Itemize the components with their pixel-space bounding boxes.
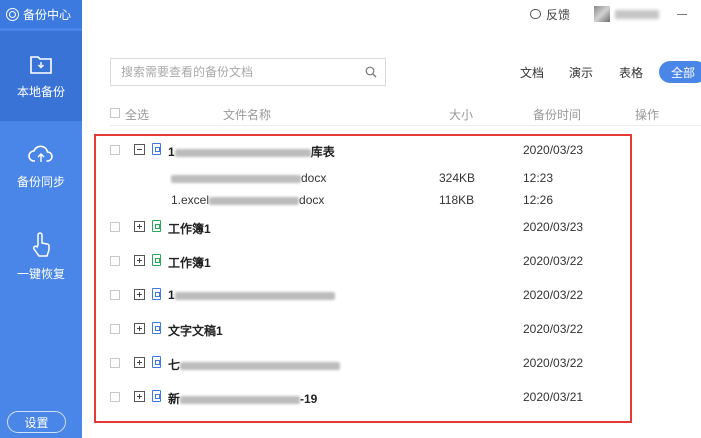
expand-icon[interactable] xyxy=(134,391,145,402)
collapse-icon[interactable] xyxy=(134,144,145,155)
expand-icon[interactable] xyxy=(134,357,145,368)
table-row[interactable]: 工作簿1 2020/03/23 xyxy=(0,213,701,241)
column-header-name: 文件名称 xyxy=(223,108,272,122)
type-filters: 文档 演示 表格 全部 xyxy=(500,61,701,83)
redacted-text xyxy=(180,395,301,404)
file-name: 新 -19 xyxy=(168,390,317,407)
column-header-time: 备份时间 xyxy=(533,108,582,122)
settings-button[interactable]: 设置 xyxy=(7,411,66,433)
file-size: 324KB xyxy=(439,171,476,185)
backup-date: 2020/03/22 xyxy=(523,322,584,336)
backup-time: 12:23 xyxy=(523,171,554,185)
row-checkbox[interactable] xyxy=(110,145,120,155)
top-bar: 反馈 xyxy=(82,0,701,28)
row-checkbox[interactable] xyxy=(110,256,120,266)
file-name: 1 库表 xyxy=(168,143,335,160)
filter-documents[interactable]: 文档 xyxy=(518,61,546,83)
row-checkbox[interactable] xyxy=(110,222,120,232)
user-avatar[interactable] xyxy=(594,6,610,22)
backup-center-logo-icon xyxy=(6,7,19,21)
file-name: 工作簿1 xyxy=(168,256,211,270)
column-header-action: 操作 xyxy=(635,108,660,122)
document-file-icon xyxy=(152,143,161,155)
table-row[interactable]: 文字文稿1 2020/03/22 xyxy=(0,315,701,343)
file-name-prefix: 新 xyxy=(168,392,181,406)
table-row[interactable]: 新 -19 2020/03/21 xyxy=(0,383,701,411)
file-name-prefix: 1.excel xyxy=(171,193,210,207)
redacted-text xyxy=(174,291,335,300)
document-file-icon xyxy=(152,322,161,334)
list-item[interactable]: docx 324KB 12:23 xyxy=(0,167,701,189)
backup-date: 2020/03/23 xyxy=(523,220,584,234)
select-all-label[interactable]: 全选 xyxy=(125,106,149,123)
backup-date: 2020/03/22 xyxy=(523,288,584,302)
file-name: 1 xyxy=(168,288,335,302)
table-header: 全选 文件名称 大小 备份时间 操作 xyxy=(110,100,701,126)
sidebar-item-label: 本地备份 xyxy=(16,84,65,99)
user-name-redacted[interactable] xyxy=(615,9,659,19)
expand-icon[interactable] xyxy=(134,255,145,266)
minimize-icon[interactable] xyxy=(677,13,687,15)
file-name-prefix: 1 xyxy=(168,145,175,159)
expand-icon[interactable] xyxy=(134,323,145,334)
spreadsheet-file-icon xyxy=(152,220,161,232)
document-file-icon xyxy=(152,356,161,368)
row-checkbox[interactable] xyxy=(110,392,120,402)
file-name-suffix: docx xyxy=(299,193,325,207)
file-name-prefix: 七 xyxy=(168,358,181,372)
spreadsheet-file-icon xyxy=(152,254,161,266)
folder-icon xyxy=(29,53,53,75)
document-file-icon xyxy=(152,390,161,402)
search-box xyxy=(110,58,386,86)
table-row[interactable]: 工作簿1 2020/03/22 xyxy=(0,247,701,275)
file-name: 工作簿1 xyxy=(168,222,211,236)
feedback-label: 反馈 xyxy=(545,7,570,22)
file-name-suffix: docx xyxy=(301,171,327,185)
document-file-icon xyxy=(152,288,161,300)
backup-date: 2020/03/22 xyxy=(523,254,584,268)
redacted-text xyxy=(209,196,300,205)
list-item[interactable]: 1.excel docx 118KB 12:26 xyxy=(0,189,701,211)
select-all-checkbox[interactable] xyxy=(110,108,120,118)
chat-bubble-icon xyxy=(529,9,541,19)
expand-icon[interactable] xyxy=(134,289,145,300)
file-version-name: 1.excel docx xyxy=(171,193,324,207)
file-name-suffix: 库表 xyxy=(310,145,335,159)
backup-date: 2020/03/21 xyxy=(523,390,584,404)
file-version-name: docx xyxy=(171,171,326,185)
feedback-button[interactable]: 反馈 xyxy=(529,6,570,23)
filter-presentations[interactable]: 演示 xyxy=(566,61,596,83)
app-title: 备份中心 xyxy=(23,7,72,22)
table-row[interactable]: 1 2020/03/22 xyxy=(0,281,701,309)
search-icon[interactable] xyxy=(357,66,385,78)
file-name: 文字文稿1 xyxy=(168,324,223,338)
row-checkbox[interactable] xyxy=(110,324,120,334)
backup-date: 2020/03/23 xyxy=(523,143,584,157)
column-header-size: 大小 xyxy=(449,108,474,122)
table-row[interactable]: 1 库表 2020/03/23 xyxy=(0,136,701,164)
file-name-prefix: 1 xyxy=(168,288,175,302)
app-brand: 备份中心 xyxy=(0,0,82,28)
filter-spreadsheets[interactable]: 表格 xyxy=(616,61,646,83)
file-name: 七 xyxy=(168,356,341,373)
backup-date: 2020/03/22 xyxy=(523,356,584,370)
filter-all[interactable]: 全部 xyxy=(659,61,701,83)
row-checkbox[interactable] xyxy=(110,290,120,300)
table-row[interactable]: 七 2020/03/22 xyxy=(0,349,701,377)
redacted-text xyxy=(174,148,311,157)
redacted-text xyxy=(171,174,301,183)
file-name-suffix: -19 xyxy=(300,392,318,406)
expand-icon[interactable] xyxy=(134,221,145,232)
backup-time: 12:26 xyxy=(523,193,554,207)
row-checkbox[interactable] xyxy=(110,358,120,368)
search-input[interactable] xyxy=(111,59,357,85)
file-size: 118KB xyxy=(439,193,475,207)
sidebar-item-local-backup[interactable]: 本地备份 xyxy=(0,31,82,121)
redacted-text xyxy=(180,361,341,370)
